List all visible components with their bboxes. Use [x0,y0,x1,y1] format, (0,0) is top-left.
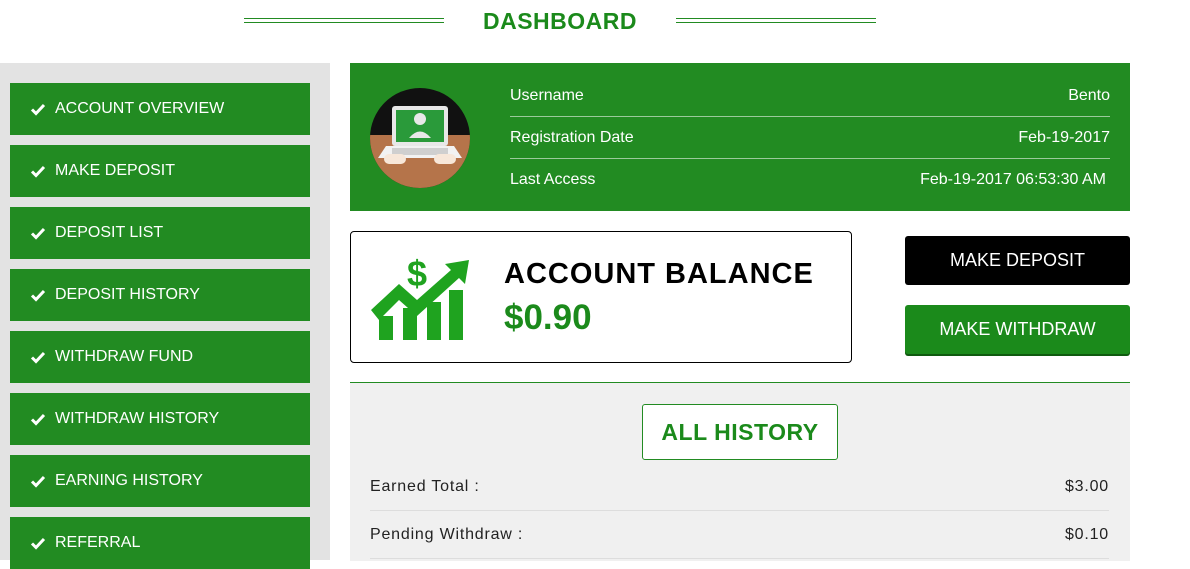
checkmark-icon [30,411,46,427]
sidebar-item-label: WITHDRAW HISTORY [55,410,220,427]
history-label: Earned Total : [370,477,480,495]
sidebar-item-earning-history[interactable]: EARNING HISTORY [10,455,310,507]
history-value: $0.10 [1064,525,1109,543]
sidebar-item-label: EARNING HISTORY [55,472,203,489]
checkmark-icon [30,287,46,303]
header-divider-left [244,18,444,23]
profile-panel: Username Bento Registration Date Feb-19-… [350,63,1130,211]
sidebar-item-label: MAKE DEPOSIT [55,162,176,179]
sidebar-item-deposit-list[interactable]: DEPOSIT LIST [10,207,310,259]
profile-value: Feb-19-2017 [1018,128,1110,146]
sidebar-item-withdraw-history[interactable]: WITHDRAW HISTORY [10,393,310,445]
history-label: Pending Withdraw : [370,525,524,543]
history-row-pending-withdraw: Pending Withdraw : $0.10 [370,511,1109,559]
history-panel: ALL HISTORY Earned Total : $3.00 Pending… [350,382,1130,561]
sidebar-item-referral[interactable]: REFERRAL [10,517,310,569]
checkmark-icon [30,349,46,365]
sidebar-item-label: ACCOUNT OVERVIEW [55,100,225,117]
checkmark-icon [30,163,46,179]
sidebar-item-label: WITHDRAW FUND [55,348,194,365]
profile-row-registration-date: Registration Date Feb-19-2017 [510,117,1110,159]
profile-row-username: Username Bento [510,75,1110,117]
profile-label: Registration Date [510,128,634,146]
history-value: $3.00 [1064,477,1109,495]
balance-label: ACCOUNT BALANCE [504,258,814,290]
svg-text:$: $ [407,253,427,294]
checkmark-icon [30,225,46,241]
profile-value: Feb-19-2017 06:53:30 AM [920,171,1106,188]
sidebar-item-deposit-history[interactable]: DEPOSIT HISTORY [10,269,310,321]
sidebar-item-label: DEPOSIT LIST [55,224,164,241]
growth-chart-dollar-icon: $ [369,250,473,342]
laptop-user-icon [370,88,470,188]
sidebar-item-account-overview[interactable]: ACCOUNT OVERVIEW [10,83,310,135]
sidebar-item-make-deposit[interactable]: MAKE DEPOSIT [10,145,310,197]
profile-label: Username [510,86,584,104]
history-row-earned-total: Earned Total : $3.00 [370,463,1109,511]
page-header: DASHBOARD [0,0,1190,50]
sidebar: ACCOUNT OVERVIEW MAKE DEPOSIT DEPOSIT LI… [0,63,330,569]
checkmark-icon [30,473,46,489]
profile-label: Last Access [510,171,596,188]
all-history-button[interactable]: ALL HISTORY [642,404,838,460]
profile-info: Username Bento Registration Date Feb-19-… [510,75,1110,201]
header-divider-right [676,18,876,23]
checkmark-icon [30,535,46,551]
sidebar-item-label: REFERRAL [55,534,141,551]
make-withdraw-button[interactable]: MAKE WITHDRAW [905,305,1130,354]
sidebar-item-withdraw-fund[interactable]: WITHDRAW FUND [10,331,310,383]
sidebar-item-label: DEPOSIT HISTORY [55,286,200,303]
balance-amount: $0.90 [504,298,592,337]
page-title: DASHBOARD [483,8,637,34]
make-deposit-button[interactable]: MAKE DEPOSIT [905,236,1130,285]
profile-row-last-access: Last Access Feb-19-2017 06:53:30 AM [510,159,1110,201]
checkmark-icon [30,101,46,117]
account-balance-card: $ ACCOUNT BALANCE $0.90 [350,231,852,363]
profile-value: Bento [1068,86,1110,104]
